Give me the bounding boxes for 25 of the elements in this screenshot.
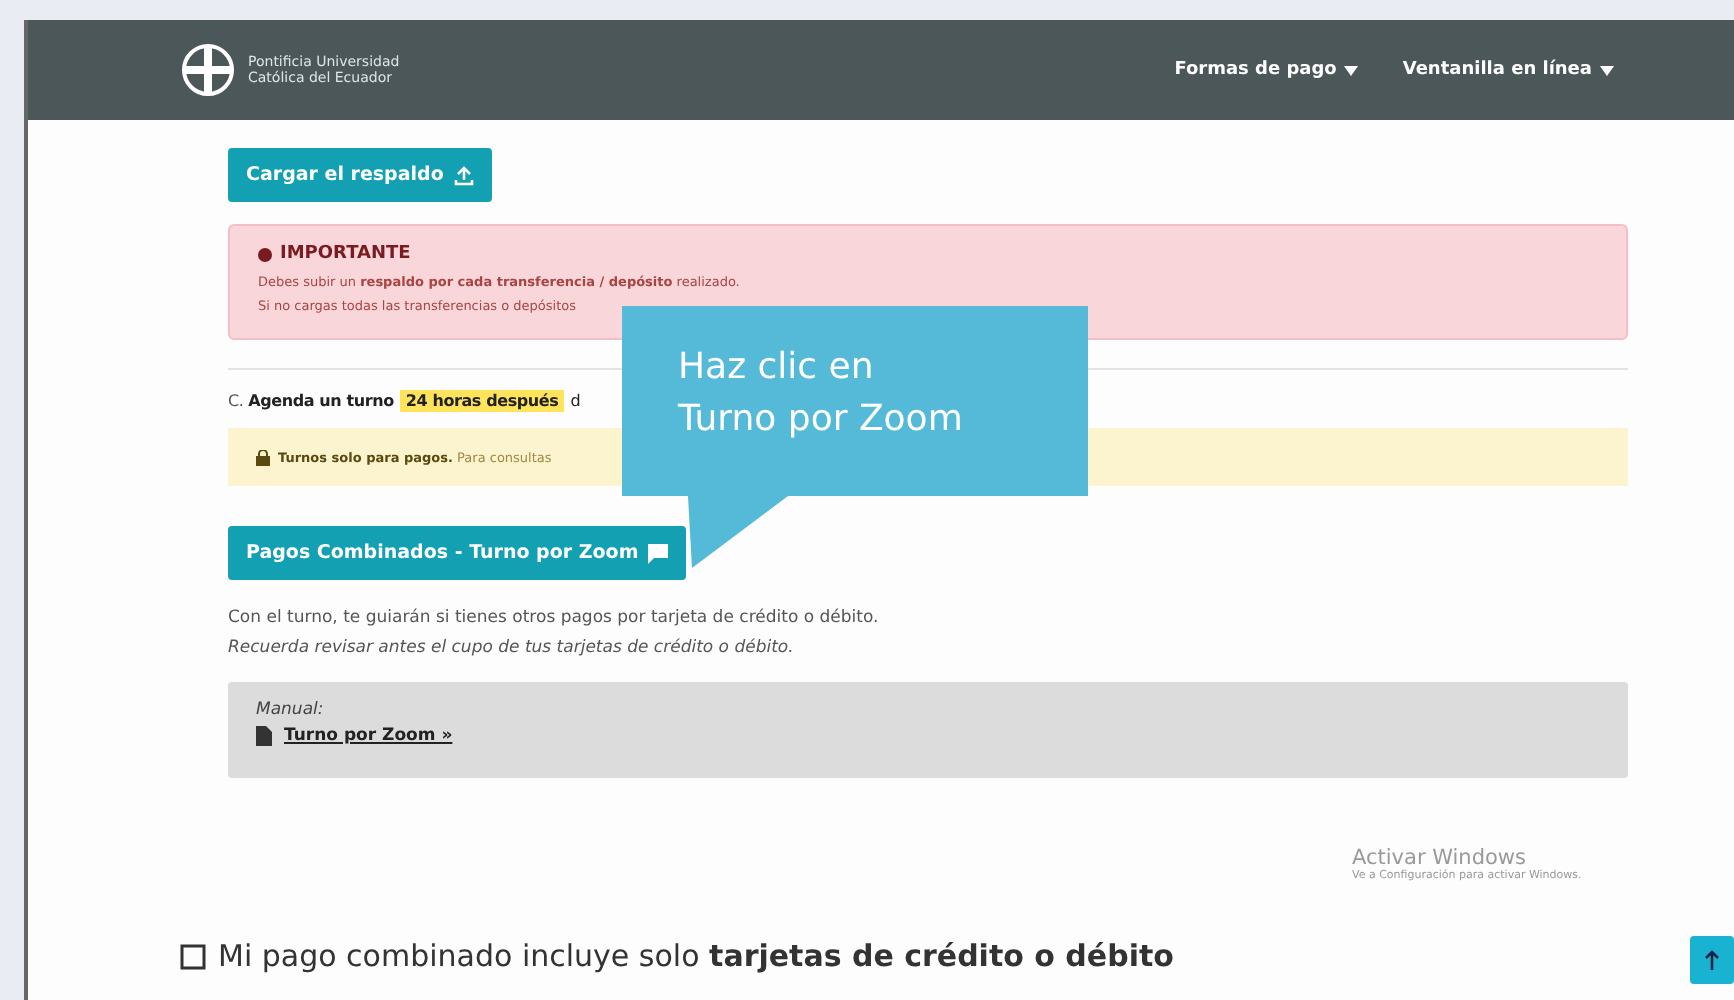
manual-label: Manual: <box>256 700 326 720</box>
caret-icon <box>1600 65 1614 75</box>
document-icon <box>256 726 272 746</box>
alert-title: IMPORTANTE <box>280 242 411 266</box>
info-text: Con el turno, te guiarán si tienes otros pagos por tarjeta de crédito o débito. <box>228 606 881 632</box>
alert-icon <box>258 247 272 261</box>
option-text: Mi pago combinado incluye solo tarjetas de crédito o débito <box>218 938 1174 974</box>
checkbox-icon <box>180 943 206 969</box>
scroll-top-button[interactable] <box>1690 936 1734 984</box>
callout-text: Turno por Zoom <box>678 396 965 444</box>
nav-menu-item[interactable]: Formas de pago <box>1174 60 1359 80</box>
up-arrow-icon <box>1704 950 1720 970</box>
nav-menu-item[interactable]: Ventanilla en línea <box>1402 60 1614 80</box>
step-label: C. Agenda un turno <box>228 392 394 410</box>
cross-logo-icon <box>180 42 236 98</box>
upload-icon <box>453 165 474 185</box>
manual-link[interactable]: Turno por Zoom » <box>284 726 453 746</box>
callout-text: Haz clic en <box>678 344 876 392</box>
activation-title: Activar Windows <box>1352 846 1528 870</box>
info-text: Recuerda revisar antes el cupo de tus tarjetas de crédito o débito. <box>228 636 796 662</box>
chat-icon <box>648 543 669 563</box>
step-text: d <box>570 392 581 410</box>
highlight-badge: 24 horas después <box>399 390 565 412</box>
caret-icon <box>1344 65 1359 75</box>
lock-icon <box>256 449 270 465</box>
